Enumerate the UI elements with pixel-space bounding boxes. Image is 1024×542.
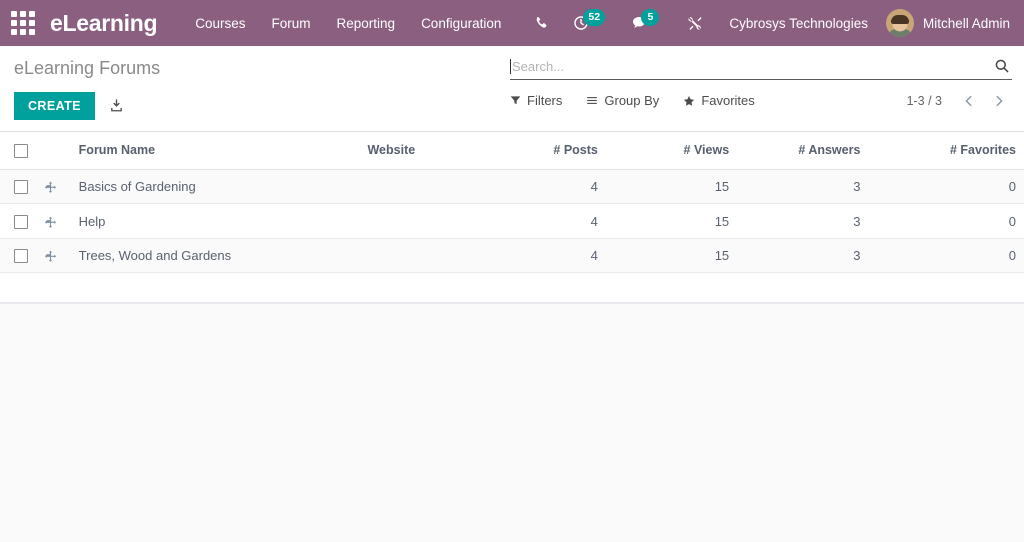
cell-forum-name: Basics of Gardening [70,169,360,205]
handle-header [44,132,71,170]
cell-posts: 4 [474,238,606,274]
row-checkbox[interactable] [14,214,28,229]
user-menu[interactable]: Mitchell Admin [878,9,1012,37]
main-menu: Courses Forum Reporting Configuration [195,12,501,35]
group-by-label: Group By [604,93,660,108]
debug-tools-icon[interactable] [675,0,715,46]
breadcrumb: eLearning Forums [14,58,161,78]
filters-dropdown[interactable]: Filters [510,93,562,108]
drag-handle-icon[interactable] [44,181,57,194]
favorites-label: Favorites [701,93,755,108]
cell-website [359,203,475,239]
create-button[interactable]: CREATE [14,91,95,121]
drag-handle-icon[interactable] [44,250,57,263]
apps-grid-icon[interactable] [10,10,36,36]
cell-views: 15 [605,238,738,274]
cell-website [359,238,475,274]
search-bar[interactable] [510,46,1012,80]
favorites-dropdown[interactable]: Favorites [683,93,755,108]
star-icon [683,95,695,107]
control-panel-right: Filters Group By [510,46,1012,108]
column-header-favorites[interactable]: # Favorites [868,132,1024,170]
cell-website [359,169,475,205]
search-input[interactable] [512,58,992,74]
import-icon[interactable] [101,94,132,117]
row-drag-cell [44,203,71,239]
cell-answers: 3 [737,238,869,274]
row-select-cell [0,203,45,239]
select-all-cell [0,132,45,170]
table-header: Forum Name Website # Posts # Views # Ans… [0,132,1024,170]
top-navbar: eLearning Courses Forum Reporting Config… [0,0,1024,46]
page-background [0,304,1024,542]
activities-count-badge: 52 [583,9,606,26]
systray: 52 5 Cybrosys Technologies Mitchell Admi… [522,0,1012,46]
forums-table: Forum Name Website # Posts # Views # Ans… [0,132,1024,304]
cell-favorites: 0 [868,203,1024,239]
table-empty-row [0,272,1024,304]
drag-handle-icon[interactable] [44,216,57,229]
app-root: eLearning Courses Forum Reporting Config… [0,0,1024,542]
cell-forum-name: Trees, Wood and Gardens [70,238,360,274]
control-panel: eLearning Forums CREATE Search... Filter… [0,46,1024,132]
row-select-cell [0,238,45,274]
pager-range: 1-3 / 3 [906,93,942,108]
column-header-forum-name[interactable]: Forum Name [70,132,360,170]
cell-favorites: 0 [868,169,1024,205]
user-name: Mitchell Admin [922,15,1010,31]
menu-item-courses[interactable]: Courses [195,12,245,35]
menu-item-forum[interactable]: Forum [272,12,311,35]
row-checkbox[interactable] [14,180,28,195]
cell-answers: 3 [737,169,869,205]
phone-icon[interactable] [522,0,561,46]
list-view: Forum Name Website # Posts # Views # Ans… [0,132,1024,305]
row-select-cell [0,169,45,205]
row-drag-cell [44,169,71,205]
group-by-dropdown[interactable]: Group By [586,93,659,108]
row-checkbox[interactable] [14,249,28,264]
group-by-icon [586,95,598,106]
filter-icon [510,95,521,106]
column-header-website[interactable]: Website [359,132,475,170]
cell-answers: 3 [737,203,869,239]
column-header-answers[interactable]: # Answers [737,132,869,170]
table-row[interactable]: Trees, Wood and Gardens 4 15 3 0 [0,238,1024,274]
user-avatar [885,9,914,37]
search-icon[interactable] [992,58,1012,74]
filter-row: Filters Group By Favorites 1-3 / 3 [510,93,1012,108]
messages-icon[interactable]: 5 [619,0,660,46]
search-caret [510,58,511,74]
cell-views: 15 [605,169,738,205]
filters-label: Filters [527,93,563,108]
column-header-posts[interactable]: # Posts [474,132,606,170]
messages-count-badge: 5 [641,9,660,26]
row-drag-cell [44,238,71,274]
cell-posts: 4 [474,203,606,239]
table-row[interactable]: Basics of Gardening 4 15 3 0 [0,169,1024,205]
control-panel-left: eLearning Forums CREATE [14,46,494,121]
cell-posts: 4 [474,169,606,205]
chevron-right-icon[interactable] [986,94,1012,108]
pager: 1-3 / 3 [907,94,1012,108]
chevron-left-icon[interactable] [956,94,982,108]
table-body: Basics of Gardening 4 15 3 0 Help 4 15 3… [0,169,1024,304]
menu-item-reporting[interactable]: Reporting [337,12,396,35]
app-brand[interactable]: eLearning [50,10,158,37]
menu-item-configuration[interactable]: Configuration [421,12,501,35]
company-switcher[interactable]: Cybrosys Technologies [715,16,878,31]
select-all-checkbox[interactable] [14,143,28,158]
cell-views: 15 [605,203,738,239]
clock-activities-icon[interactable]: 52 [561,0,606,46]
control-panel-buttons: CREATE [14,91,494,121]
cell-favorites: 0 [868,238,1024,274]
table-row[interactable]: Help 4 15 3 0 [0,203,1024,239]
column-header-views[interactable]: # Views [605,132,738,170]
cell-forum-name: Help [70,203,360,239]
